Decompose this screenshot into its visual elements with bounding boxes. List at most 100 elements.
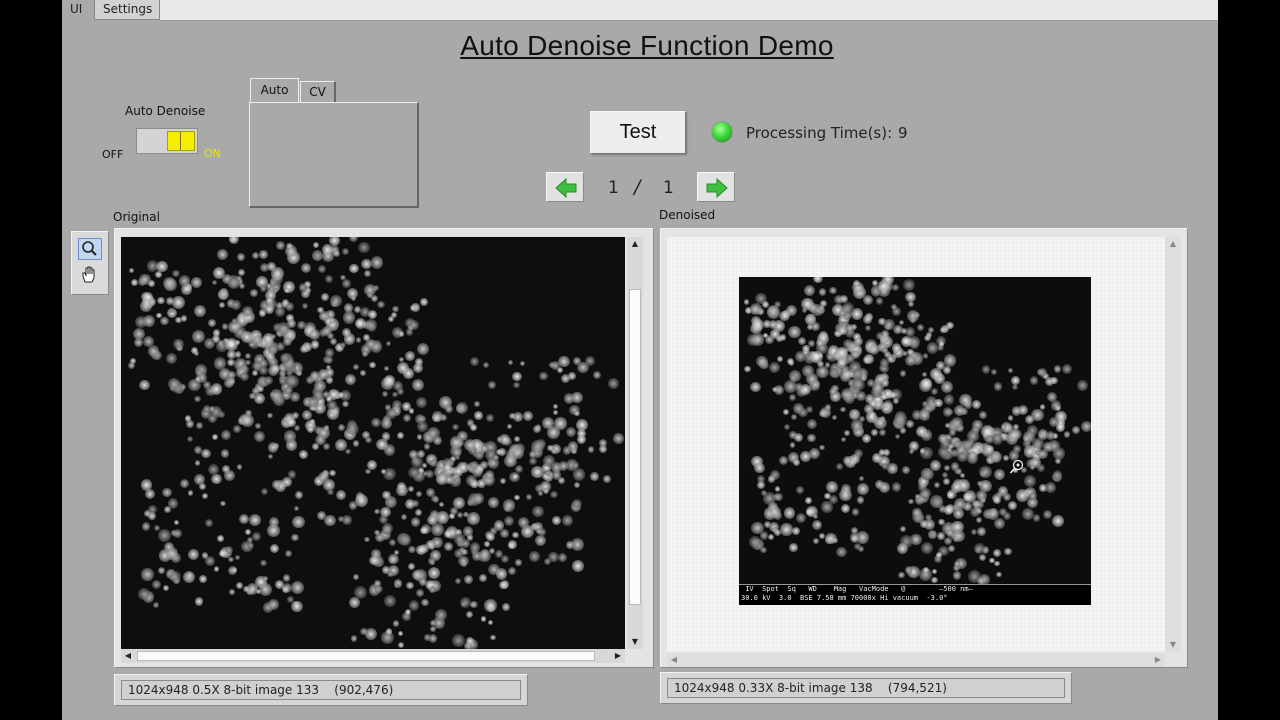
particle xyxy=(398,631,404,637)
original-image-display[interactable]: ▲ ▼ ◀ ▶ xyxy=(114,228,654,668)
particle xyxy=(539,371,548,381)
particle xyxy=(839,310,846,317)
particle xyxy=(383,365,390,371)
denoised-image-info: 1024x948 0.33X 8-bit image 138 (794,521) xyxy=(660,672,1072,704)
particle xyxy=(344,374,356,386)
denoised-vertical-scrollbar[interactable]: ▲ ▼ xyxy=(1165,237,1181,652)
particle xyxy=(470,479,480,489)
particle xyxy=(868,344,880,355)
particle xyxy=(194,596,204,606)
particle xyxy=(943,354,956,367)
particle xyxy=(1061,364,1072,375)
particle xyxy=(318,471,330,483)
page-current: 1 xyxy=(608,178,619,198)
scroll-left-arrow-icon[interactable]: ◀ xyxy=(667,653,681,667)
particle xyxy=(157,296,165,305)
particle xyxy=(473,411,483,421)
particle xyxy=(155,270,162,278)
particle xyxy=(1031,437,1044,450)
particle xyxy=(512,531,519,538)
particle xyxy=(211,473,222,485)
particle xyxy=(909,441,920,452)
auto-denoise-toggle[interactable] xyxy=(136,128,198,154)
particle xyxy=(495,568,508,580)
particle xyxy=(470,600,478,609)
zoom-tool-button[interactable] xyxy=(78,238,102,260)
scroll-thumb[interactable] xyxy=(137,651,595,661)
scroll-left-arrow-icon[interactable]: ◀ xyxy=(121,649,135,663)
particle xyxy=(199,574,208,583)
particle xyxy=(993,382,1003,392)
particle xyxy=(143,510,151,518)
particle xyxy=(943,365,952,374)
particle xyxy=(270,388,284,402)
pan-tool-button[interactable] xyxy=(78,264,102,286)
tab-settings[interactable]: Settings xyxy=(94,0,160,20)
particle xyxy=(776,356,783,363)
particle xyxy=(406,581,414,590)
denoised-canvas[interactable]: IV Spot Sq WD Mag VacMode @ —500 nm— 30.… xyxy=(667,237,1165,652)
left-arrow-icon xyxy=(555,178,577,198)
app-window: UI Settings Auto Denoise Function Demo A… xyxy=(62,0,1218,720)
particle xyxy=(490,634,496,641)
particle xyxy=(405,351,415,361)
particle xyxy=(566,427,577,438)
particle xyxy=(921,467,934,481)
particle xyxy=(236,252,245,261)
particle xyxy=(558,552,568,562)
particle xyxy=(392,620,400,627)
denoised-horizontal-scrollbar[interactable]: ◀ ▶ xyxy=(667,653,1165,667)
scroll-thumb[interactable] xyxy=(629,289,641,605)
particle xyxy=(217,288,230,301)
scroll-up-arrow-icon[interactable]: ▲ xyxy=(1166,237,1180,251)
particle xyxy=(474,401,480,407)
next-image-button[interactable] xyxy=(697,172,735,202)
sem-info-line: 30.0 kV 3.0 BSE 7.58 mm 70000x Hi vacuum… xyxy=(741,594,948,602)
particle xyxy=(408,449,418,460)
particle xyxy=(954,404,966,416)
right-arrow-icon xyxy=(706,178,728,198)
particle xyxy=(229,237,239,244)
original-sem-image[interactable] xyxy=(121,237,625,649)
particle xyxy=(173,529,182,538)
denoised-image-display[interactable]: IV Spot Sq WD Mag VacMode @ —500 nm— 30.… xyxy=(660,228,1188,668)
tab-ui[interactable]: UI xyxy=(62,0,92,20)
particle xyxy=(975,507,982,514)
toggle-thumb[interactable] xyxy=(167,131,195,151)
particle xyxy=(300,344,309,353)
particle xyxy=(931,569,937,575)
particle xyxy=(315,434,326,445)
scroll-down-arrow-icon[interactable]: ▼ xyxy=(628,635,642,649)
particle xyxy=(1022,508,1034,521)
denoised-sem-image[interactable]: IV Spot Sq WD Mag VacMode @ —500 nm— 30.… xyxy=(739,277,1091,605)
particle xyxy=(749,302,762,315)
toggle-off-label: OFF xyxy=(102,148,124,161)
particle xyxy=(902,278,915,291)
tab-auto[interactable]: Auto xyxy=(250,78,299,102)
particle xyxy=(152,601,160,609)
particle xyxy=(819,367,826,375)
particle xyxy=(512,381,520,389)
particle xyxy=(139,379,150,391)
denoised-label: Denoised xyxy=(659,208,716,222)
particle xyxy=(373,529,380,536)
scroll-up-arrow-icon[interactable]: ▲ xyxy=(628,237,642,251)
original-horizontal-scrollbar[interactable]: ◀ ▶ xyxy=(121,649,625,663)
test-button[interactable]: Test xyxy=(590,111,686,154)
scroll-right-arrow-icon[interactable]: ▶ xyxy=(1151,653,1165,667)
original-vertical-scrollbar[interactable]: ▲ ▼ xyxy=(627,237,643,649)
particle xyxy=(456,512,463,519)
scroll-right-arrow-icon[interactable]: ▶ xyxy=(611,649,625,663)
tab-cv[interactable]: CV xyxy=(300,81,336,102)
particle xyxy=(862,356,871,365)
particle xyxy=(260,559,268,567)
particle xyxy=(337,515,344,523)
scroll-down-arrow-icon[interactable]: ▼ xyxy=(1166,638,1180,652)
particle xyxy=(269,544,279,554)
particle xyxy=(933,481,940,488)
sem-info-bar: IV Spot Sq WD Mag VacMode @ —500 nm— 30.… xyxy=(739,584,1091,605)
prev-image-button[interactable] xyxy=(546,172,584,202)
particle xyxy=(879,482,891,494)
particle xyxy=(195,376,202,382)
particle xyxy=(841,388,855,401)
